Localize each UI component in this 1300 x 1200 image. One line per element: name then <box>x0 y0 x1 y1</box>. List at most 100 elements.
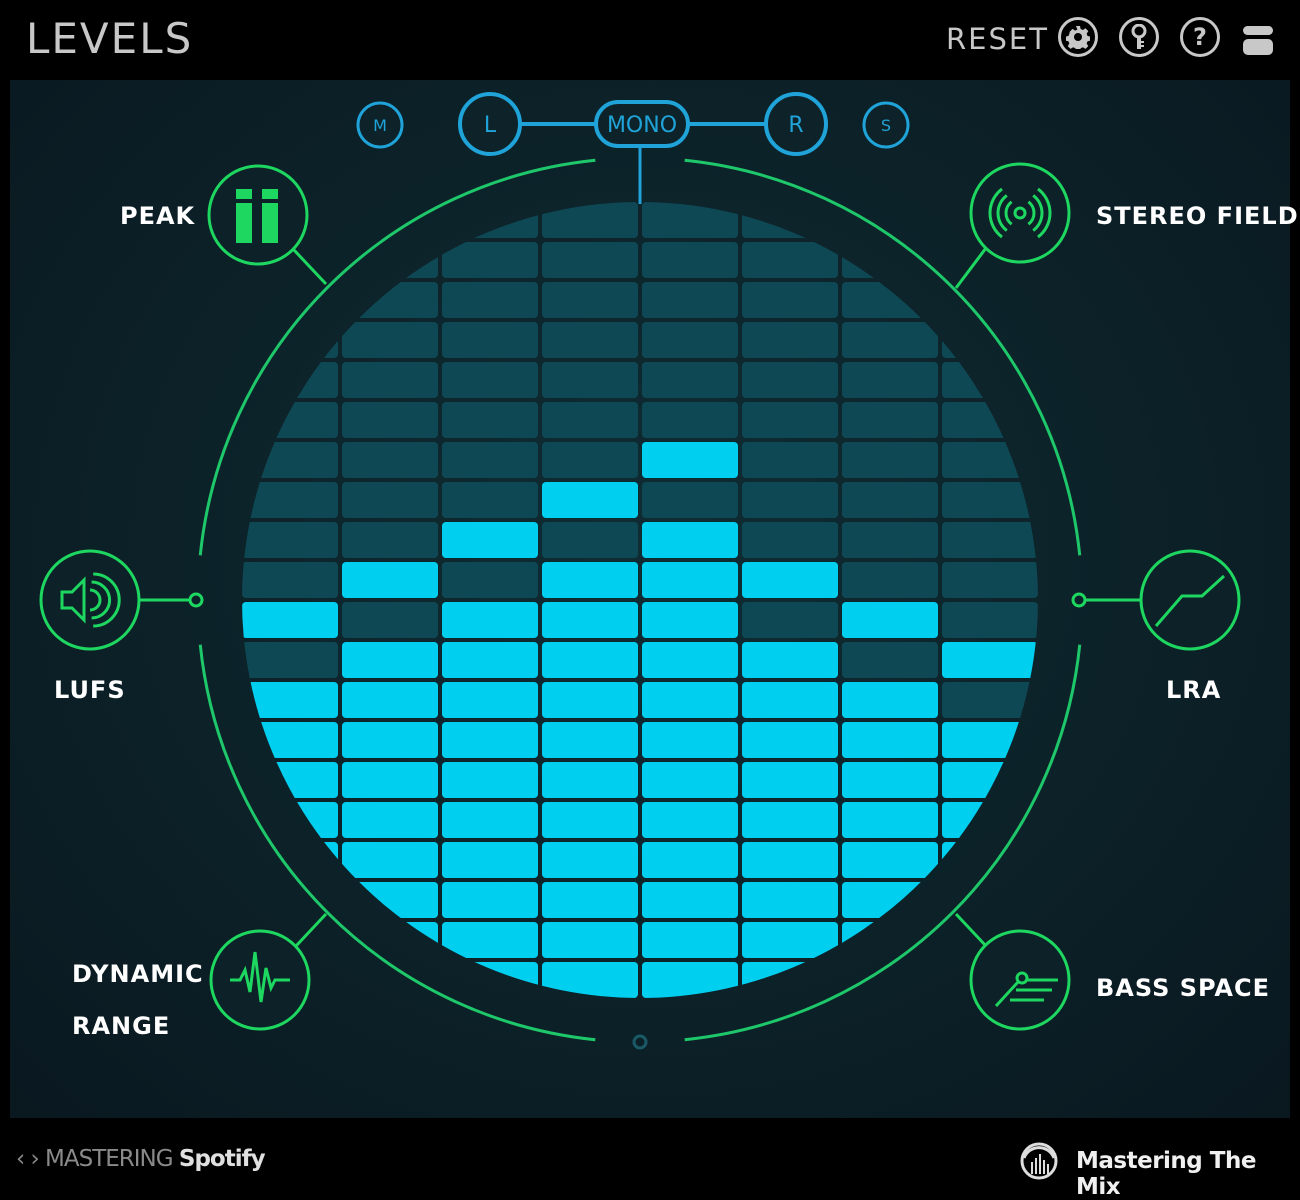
meter-cell-lit <box>942 722 1038 758</box>
meter-cell-lit <box>542 802 638 838</box>
meter-cell-lit <box>842 842 938 878</box>
meter-cell-lit <box>442 882 538 918</box>
meter-cell-lit <box>342 882 438 918</box>
stereo-field-label: STEREO FIELD <box>1096 202 1299 230</box>
meter-cell-lit <box>942 642 1038 678</box>
meter-cell-lit <box>342 762 438 798</box>
product-prefix: MASTERING <box>45 1146 174 1172</box>
meter-cell <box>342 402 438 438</box>
meter-cell <box>742 442 838 478</box>
meter-cell <box>442 482 538 518</box>
channel-button-m[interactable]: M <box>356 101 404 149</box>
meter-cell-lit <box>642 442 738 478</box>
meter-cell-lit <box>442 762 538 798</box>
meter-cell-lit <box>242 682 338 718</box>
meter-cell-lit <box>642 642 738 678</box>
meter-cell <box>942 482 1038 518</box>
meter-cell <box>242 322 338 358</box>
meter-cell-lit <box>642 562 738 598</box>
meter-cell <box>442 442 538 478</box>
brand-name[interactable]: Mastering The Mix <box>1076 1148 1300 1200</box>
meter-cell-lit <box>542 602 638 638</box>
meter-cell <box>542 322 638 358</box>
meter-cell <box>842 482 938 518</box>
channel-button-s[interactable]: S <box>862 101 910 149</box>
meter-cell <box>642 402 738 438</box>
meter-cell-lit <box>542 962 638 998</box>
meter-cell-lit <box>742 722 838 758</box>
meter-cell <box>842 322 938 358</box>
meter-cell <box>642 482 738 518</box>
meter-cell-lit <box>642 602 738 638</box>
meter-cell-lit <box>642 842 738 878</box>
meter-cell <box>442 402 538 438</box>
lufs-button[interactable] <box>39 549 141 651</box>
lra-button[interactable] <box>1139 549 1241 651</box>
channel-label: R <box>788 113 803 138</box>
meter-cell <box>242 522 338 558</box>
meter-cell-lit <box>342 562 438 598</box>
dynamic-range-button[interactable] <box>209 929 311 1031</box>
meter-cell <box>742 602 838 638</box>
meter-cell <box>742 402 838 438</box>
meter-cell-lit <box>742 842 838 878</box>
product-switcher[interactable]: ‹ › MASTERING Spotify <box>16 1146 266 1172</box>
meter-cell <box>942 682 1038 718</box>
meter-cell <box>642 242 738 278</box>
channel-button-l[interactable]: L <box>458 92 522 156</box>
channel-label: L <box>484 113 497 138</box>
meter-cell <box>342 602 438 638</box>
meter-cell <box>542 522 638 558</box>
meter-cell-lit <box>542 762 638 798</box>
lufs-label: LUFS <box>54 676 126 704</box>
meter-cell <box>242 402 338 438</box>
meter-cell <box>942 522 1038 558</box>
meter-cell <box>542 242 638 278</box>
meter-cell-lit <box>542 922 638 958</box>
meter-cell-lit <box>842 722 938 758</box>
bottom-dot <box>632 1034 648 1050</box>
meter-cell <box>642 322 738 358</box>
meter-cell-lit <box>342 722 438 758</box>
meter-cell <box>742 522 838 558</box>
meter-cell <box>342 282 438 318</box>
meter-cell <box>242 442 338 478</box>
channel-button-r[interactable]: R <box>764 92 828 156</box>
meter-cell-lit <box>742 562 838 598</box>
stereo-field-button[interactable] <box>969 162 1071 264</box>
meter-cell-lit <box>642 722 738 758</box>
meter-cell-lit <box>542 562 638 598</box>
channel-label: MONO <box>607 113 677 138</box>
meter-cell-lit <box>642 962 738 998</box>
meter-cell <box>542 202 638 238</box>
meter-cell-lit <box>442 642 538 678</box>
meter-cell-lit <box>442 602 538 638</box>
meter-cell <box>742 282 838 318</box>
meter-cell <box>642 282 738 318</box>
channel-button-mono[interactable]: MONO <box>594 100 690 148</box>
meter-cell-lit <box>442 842 538 878</box>
nav-arrows-icon[interactable]: ‹ › <box>16 1146 40 1172</box>
module-icons <box>39 162 1241 1031</box>
meter-cell-lit <box>742 762 838 798</box>
meter-cell-lit <box>642 802 738 838</box>
dynamic-range-label-line2: RANGE <box>72 1012 171 1040</box>
meter-cell-lit <box>242 842 338 878</box>
meter-cell <box>942 442 1038 478</box>
meter-cell-lit <box>942 882 1038 918</box>
bass-space-button[interactable] <box>969 929 1071 1031</box>
meter-cell <box>742 322 838 358</box>
meter-cell-lit <box>442 802 538 838</box>
meter-cell-lit <box>342 962 438 998</box>
meter-cell-lit <box>842 682 938 718</box>
meter-cell-lit <box>542 682 638 718</box>
product-name: Spotify <box>178 1146 266 1172</box>
peak-button[interactable] <box>207 164 309 266</box>
meter-cell <box>342 522 438 558</box>
meter-cell-lit <box>842 602 938 638</box>
meter-cell <box>542 402 638 438</box>
meter-cell-lit <box>442 962 538 998</box>
meter-cell-lit <box>542 882 638 918</box>
meter-cell-lit <box>742 962 838 998</box>
meter-cell <box>542 442 638 478</box>
